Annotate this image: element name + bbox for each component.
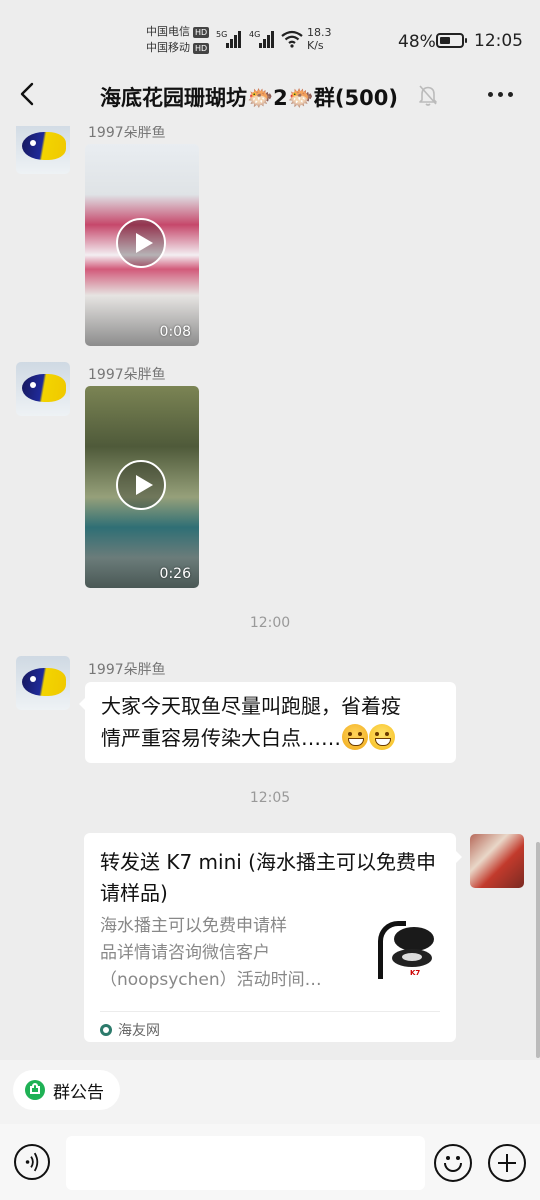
sender-avatar[interactable] <box>16 362 70 416</box>
wifi-icon <box>281 30 303 48</box>
link-description-line: 海水播主可以免费申请样 <box>100 916 287 936</box>
voice-input-icon[interactable] <box>14 1144 50 1180</box>
signal-4g-icon <box>259 30 277 48</box>
emoji-picker-icon[interactable] <box>434 1144 472 1182</box>
play-icon[interactable] <box>116 218 166 268</box>
message-text: 大家今天取鱼尽量叫跑腿，省着疫 情严重容易传染大白点…… <box>85 682 456 762</box>
chat-scrollbar[interactable] <box>536 842 540 1058</box>
network-speed: 18.3 K/s <box>307 26 332 52</box>
video-message[interactable]: 0:26 <box>85 386 199 588</box>
chat-header: 海底花园珊瑚坊🐡2🐡群(500) <box>0 64 540 126</box>
sender-avatar[interactable] <box>16 126 70 174</box>
source-logo-icon <box>100 1024 112 1036</box>
sender-name: 1997朵胖鱼 <box>88 126 166 141</box>
bell-off-icon <box>419 85 437 106</box>
carrier-info: 中国电信 HD 中国移动 HD <box>146 24 210 56</box>
group-notice-label: 群公告 <box>53 1082 104 1103</box>
text-message-bubble[interactable]: 大家今天取鱼尽量叫跑腿，省着疫 情严重容易传染大白点…… <box>79 682 456 763</box>
megaphone-icon <box>25 1080 45 1100</box>
message-timestamp: 12:00 <box>249 615 291 631</box>
carrier-1: 中国电信 <box>146 25 190 38</box>
my-avatar[interactable] <box>470 834 524 888</box>
clock: 12:05 <box>474 31 523 51</box>
grin-emoji-icon <box>369 724 395 750</box>
link-source: 海友网 <box>100 1011 440 1040</box>
add-attachment-icon[interactable] <box>488 1144 526 1182</box>
sender-name: 1997朵胖鱼 <box>88 367 166 383</box>
thumbnail-label: K7 <box>410 969 421 977</box>
play-icon[interactable] <box>116 460 166 510</box>
more-horizontal-icon[interactable] <box>486 84 516 104</box>
message-timestamp: 12:05 <box>249 790 291 806</box>
chat-title: 海底花园珊瑚坊🐡2🐡群(500) <box>100 86 398 110</box>
carrier-2: 中国移动 <box>146 41 190 54</box>
signal-5g-icon <box>226 30 244 48</box>
battery-percent: 48% <box>398 32 436 52</box>
message-line: 大家今天取鱼尽量叫跑腿，省着疫 <box>101 694 401 718</box>
source-name: 海友网 <box>118 1023 160 1039</box>
battery-fill <box>440 37 450 44</box>
link-description: 海水播主可以免费申请样 品详情请咨询微信客户 （noopsychen）活动时间… <box>100 913 360 994</box>
chat-message-list[interactable]: 1997朵胖鱼 0:08 1997朵胖鱼 0:26 12:00 1997朵胖鱼 … <box>0 126 540 1060</box>
link-card-message[interactable]: 转发送 K7 mini (海水播主可以免费申请样品) 海水播主可以免费申请样 品… <box>84 833 462 1042</box>
link-description-line: 品详情请咨询微信客户 <box>100 943 270 963</box>
hd-badge: HD <box>193 43 210 54</box>
battery-icon <box>436 33 467 48</box>
chevron-left-icon[interactable] <box>14 80 42 108</box>
laugh-cry-emoji-icon <box>342 724 368 750</box>
speed-value: 18.3 <box>307 26 332 39</box>
video-message[interactable]: 0:08 <box>85 144 199 346</box>
hd-badge: HD <box>193 27 210 38</box>
message-input[interactable] <box>66 1136 425 1190</box>
video-duration: 0:26 <box>159 566 191 582</box>
link-title: 转发送 K7 mini (海水播主可以免费申请样品) <box>100 850 436 905</box>
sender-avatar[interactable] <box>16 656 70 710</box>
link-thumbnail: K7 <box>370 917 442 993</box>
status-bar: 中国电信 HD 中国移动 HD 5G 4G 18.3 K/s 48% 12:05 <box>0 0 540 64</box>
group-notice-button[interactable]: 群公告 <box>13 1070 120 1110</box>
speed-unit: K/s <box>307 39 324 52</box>
message-line: 情严重容易传染大白点…… <box>101 726 341 750</box>
sender-name: 1997朵胖鱼 <box>88 662 166 678</box>
quick-action-bar: 群公告 <box>0 1060 540 1124</box>
input-bar <box>0 1124 540 1200</box>
video-duration: 0:08 <box>159 324 191 340</box>
link-description-line: （noopsychen）活动时间… <box>100 970 322 990</box>
